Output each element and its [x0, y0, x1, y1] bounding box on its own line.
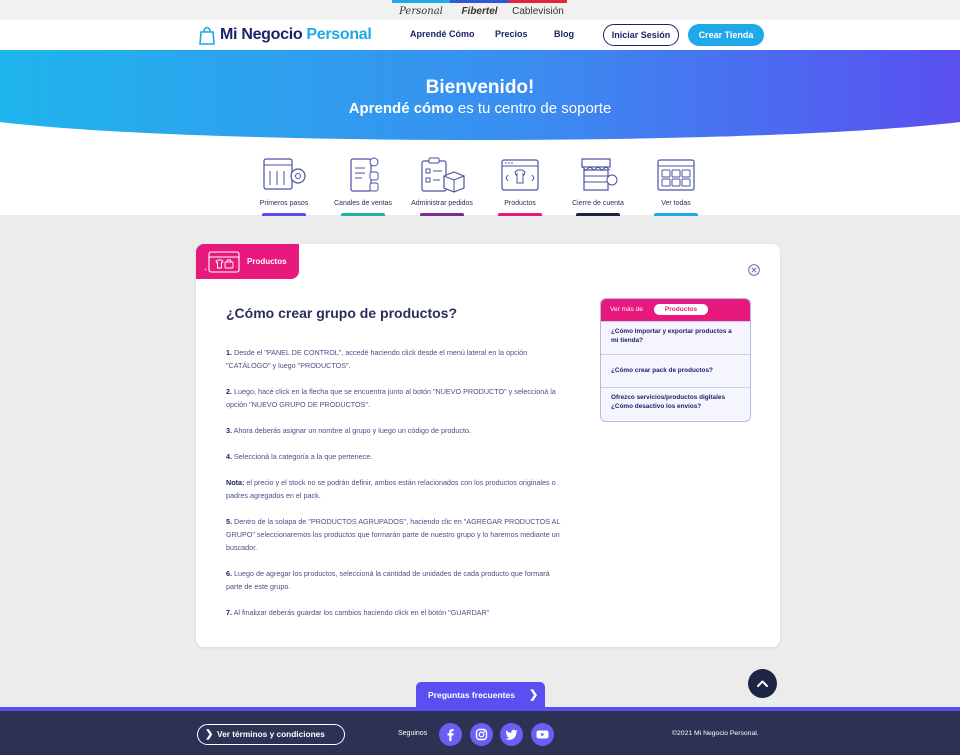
follow-label: Seguinos [398, 730, 428, 737]
brand-cablevision[interactable]: Cablevisión [509, 0, 567, 20]
brand-strip: Personal Fibertel Cablevisión [0, 0, 960, 20]
step-text: Luego, hacé click en la flecha que se en… [226, 387, 556, 409]
hero-subtitle-bold: Aprendé cómo [348, 100, 454, 117]
store-closed-icon [581, 158, 618, 191]
hero-subtitle-rest: es tu centro de soporte [453, 100, 612, 117]
related-link[interactable]: ¿Cómo crear pack de productos? [601, 354, 750, 387]
copyright: ©2021 Mi Negocio Personal. [672, 730, 759, 737]
step: 1. Desde el "PANEL DE CONTROL", accedé h… [226, 346, 561, 372]
category-indicator [498, 213, 542, 216]
article-card: Productos ¿Cómo crear grupo de productos… [196, 244, 780, 647]
category-label: Administrar pedidos [411, 200, 473, 207]
chevron-right-icon: ❯ [529, 689, 539, 701]
hero-subtitle: Aprendé cómo es tu centro de soporte [0, 100, 960, 117]
step-text: Seleccioná la categoría a la que pertene… [232, 452, 373, 461]
terms-button[interactable]: ❯ Ver términos y condiciones [197, 724, 345, 745]
step: 5. Dentro de la solapa de "PRODUCTOS AGR… [226, 515, 561, 554]
related-category-pill[interactable]: Productos [654, 304, 708, 315]
related-link[interactable]: ¿Cómo Importar y exportar productos a mi… [601, 321, 750, 354]
category-indicator [654, 213, 698, 216]
mobile-channels-icon [350, 157, 379, 192]
login-button[interactable]: Iniciar Sesión [603, 24, 679, 46]
category-indicator [576, 213, 620, 216]
youtube-link[interactable] [531, 723, 554, 746]
category-indicator [341, 213, 385, 216]
step: 7. Al finalizar deberás guardar los camb… [226, 606, 561, 619]
step-text: Ahora deberás asignar un nombre al grupo… [232, 426, 471, 435]
note-text: el precio y el stock no se podrán defini… [226, 478, 556, 500]
category-label: Cierre de cuenta [572, 200, 624, 207]
related-link[interactable]: Ofrezco servicios/productos digitales ¿C… [601, 387, 750, 420]
category-primeros-pasos[interactable]: Primeros pasos [244, 156, 324, 216]
terms-label: Ver términos y condiciones [217, 729, 325, 739]
category-cierre-de-cuenta[interactable]: Cierre de cuenta [558, 156, 638, 216]
nav-aprende-como[interactable]: Aprendé Cómo [410, 29, 475, 39]
site-header: Mi Negocio Personal Aprendé Cómo Precios… [0, 20, 960, 50]
note-label: Nota: [226, 478, 245, 487]
step-text: Dentro de la solapa de "PRODUCTOS AGRUPA… [226, 517, 561, 552]
article-steps: 1. Desde el "PANEL DE CONTROL", accedé h… [226, 346, 561, 632]
faq-label: Preguntas frecuentes [428, 690, 515, 700]
related-articles: Ver más de Productos ¿Cómo Importar y ex… [600, 298, 751, 422]
create-store-button[interactable]: Crear Tienda [688, 24, 764, 46]
brand-fibertel[interactable]: Fibertel [450, 0, 509, 20]
logo-text-accent: Personal [306, 26, 372, 43]
category-administrar-pedidos[interactable]: Administrar pedidos [402, 156, 482, 216]
step: 4. Seleccioná la categoría a la que pert… [226, 450, 561, 463]
brand-personal[interactable]: Personal [392, 0, 450, 20]
category-ver-todas[interactable]: Ver todas [636, 156, 716, 216]
category-tag: Productos [196, 244, 299, 279]
step-text: Desde el "PANEL DE CONTROL", accedé haci… [226, 348, 528, 370]
step: 6. Luego de agregar los productos, selec… [226, 567, 561, 593]
close-icon[interactable] [748, 264, 760, 276]
clipboard-box-icon [421, 157, 465, 193]
scroll-to-top-button[interactable] [748, 669, 777, 698]
logo-text-main: Mi Negocio [220, 26, 303, 43]
category-bar: Primeros pasos Canales de ventas Adminis… [0, 140, 960, 216]
related-header: Ver más de Productos [601, 299, 750, 321]
instagram-icon [475, 728, 488, 741]
browser-shirt-icon [501, 159, 539, 191]
step-text: Luego de agregar los productos, seleccio… [226, 569, 550, 591]
step: 2. Luego, hacé click en la flecha que se… [226, 385, 561, 411]
nav-precios[interactable]: Precios [495, 29, 528, 39]
step: 3. Ahora deberás asignar un nombre al gr… [226, 424, 561, 437]
step-text: Al finalizar deberás guardar los cambios… [232, 608, 490, 617]
site-footer: ❯ Ver términos y condiciones Seguinos ©2… [0, 707, 960, 755]
category-indicator [420, 213, 464, 216]
twitter-icon [505, 729, 518, 740]
setup-gears-icon [263, 158, 306, 190]
article-title: ¿Cómo crear grupo de productos? [226, 305, 458, 321]
category-label: Canales de ventas [334, 200, 392, 207]
twitter-link[interactable] [500, 723, 523, 746]
facebook-link[interactable] [439, 723, 462, 746]
browser-shirt-icon [204, 251, 240, 273]
category-productos[interactable]: Productos [480, 156, 560, 216]
chevron-up-icon [757, 680, 768, 687]
chevron-right-icon: ❯ [205, 729, 214, 740]
related-header-label: Ver más de [610, 306, 643, 313]
hero-banner: Bienvenido! Aprendé cómo es tu centro de… [0, 50, 960, 140]
note: Nota: el precio y el stock no se podrán … [226, 476, 561, 502]
category-label: Productos [504, 200, 536, 207]
nav-blog[interactable]: Blog [554, 29, 574, 39]
category-label: Primeros pasos [259, 200, 309, 207]
facebook-icon [447, 729, 454, 741]
category-indicator [262, 213, 306, 216]
shopping-bag-icon [199, 26, 215, 45]
grid-all-icon [657, 159, 695, 191]
instagram-link[interactable] [470, 723, 493, 746]
site-logo[interactable]: Mi Negocio Personal [198, 23, 372, 47]
faq-button[interactable]: Preguntas frecuentes ❯ [416, 682, 545, 708]
youtube-icon [536, 730, 549, 739]
category-label: Ver todas [661, 200, 691, 207]
hero-title: Bienvenido! [425, 77, 535, 98]
category-tag-label: Productos [247, 257, 287, 266]
category-canales-de-ventas[interactable]: Canales de ventas [323, 156, 403, 216]
